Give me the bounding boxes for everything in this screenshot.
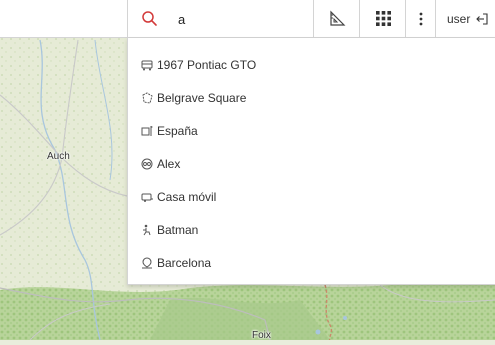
search-results-dropdown: 1967 Pontiac GTO Belgrave Square España … [127,38,495,285]
result-item[interactable]: 1967 Pontiac GTO [128,48,495,81]
vertical-dots-icon [419,12,423,25]
glasses-icon [141,158,153,169]
figure-icon [143,224,151,235]
caravan-icon [141,193,153,202]
apps-button[interactable] [359,0,406,37]
car-icon [141,60,153,70]
result-item[interactable]: Belgrave Square [128,81,495,114]
search-box[interactable] [127,0,314,37]
result-item[interactable]: Barcelona [128,246,495,279]
result-label: Alex [157,156,181,171]
result-label: Belgrave Square [157,90,247,105]
logout-icon [476,12,488,25]
menu-button[interactable] [405,0,436,37]
search-icon [142,11,157,26]
user-label: user [447,11,471,26]
user-button[interactable]: user [435,0,495,37]
polygon-icon [142,91,153,104]
pin-icon [142,256,152,268]
result-label: España [157,123,198,138]
measure-button[interactable] [313,0,360,37]
result-item[interactable]: Batman [128,213,495,246]
result-label: Batman [157,222,199,237]
flag-icon [141,125,153,136]
result-item[interactable]: España [128,114,495,147]
map-place-label: Foix [252,330,271,341]
ruler-triangle-icon [330,10,346,26]
result-label: Casa móvil [157,189,217,204]
grid-icon [375,11,391,26]
result-item[interactable]: Casa móvil [128,180,495,213]
top-toolbar: user [0,0,495,38]
search-input[interactable] [178,9,298,29]
result-item[interactable]: Alex [128,147,495,180]
map-place-label: Auch [47,151,70,162]
result-label: 1967 Pontiac GTO [157,57,257,72]
result-label: Barcelona [157,255,212,270]
